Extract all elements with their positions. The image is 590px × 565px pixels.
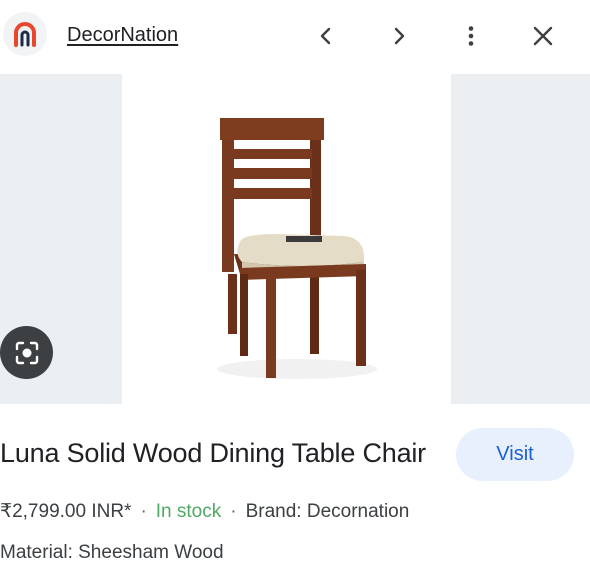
visit-button[interactable]: Visit — [456, 428, 574, 481]
product-meta: ₹2,799.00 INR* · In stock · Brand: Decornati… — [0, 500, 409, 523]
more-vert-icon — [468, 26, 474, 46]
chevron-right-icon — [394, 27, 405, 45]
price: ₹2,799.00 INR* — [0, 501, 132, 522]
close-button[interactable] — [523, 16, 563, 56]
product-image[interactable] — [122, 74, 451, 404]
google-lens-icon — [15, 341, 38, 364]
image-preview — [0, 74, 590, 404]
close-icon — [533, 26, 553, 46]
more-options-button[interactable] — [451, 16, 491, 56]
site-logo-icon[interactable] — [3, 12, 47, 56]
brand: Brand: Decornation — [245, 501, 410, 522]
stock-status: In stock — [155, 501, 222, 522]
lens-search-button[interactable] — [0, 326, 53, 379]
separator: · — [230, 501, 237, 522]
top-bar: DecorNation — [0, 0, 590, 72]
site-name-link[interactable]: DecorNation — [67, 24, 178, 47]
material: Material: Sheesham Wood — [0, 542, 224, 563]
next-button[interactable] — [379, 16, 419, 56]
product-title: Luna Solid Wood Dining Table Chair — [0, 438, 426, 468]
chevron-left-icon — [320, 27, 331, 45]
previous-button[interactable] — [306, 16, 346, 56]
separator: · — [140, 501, 147, 522]
